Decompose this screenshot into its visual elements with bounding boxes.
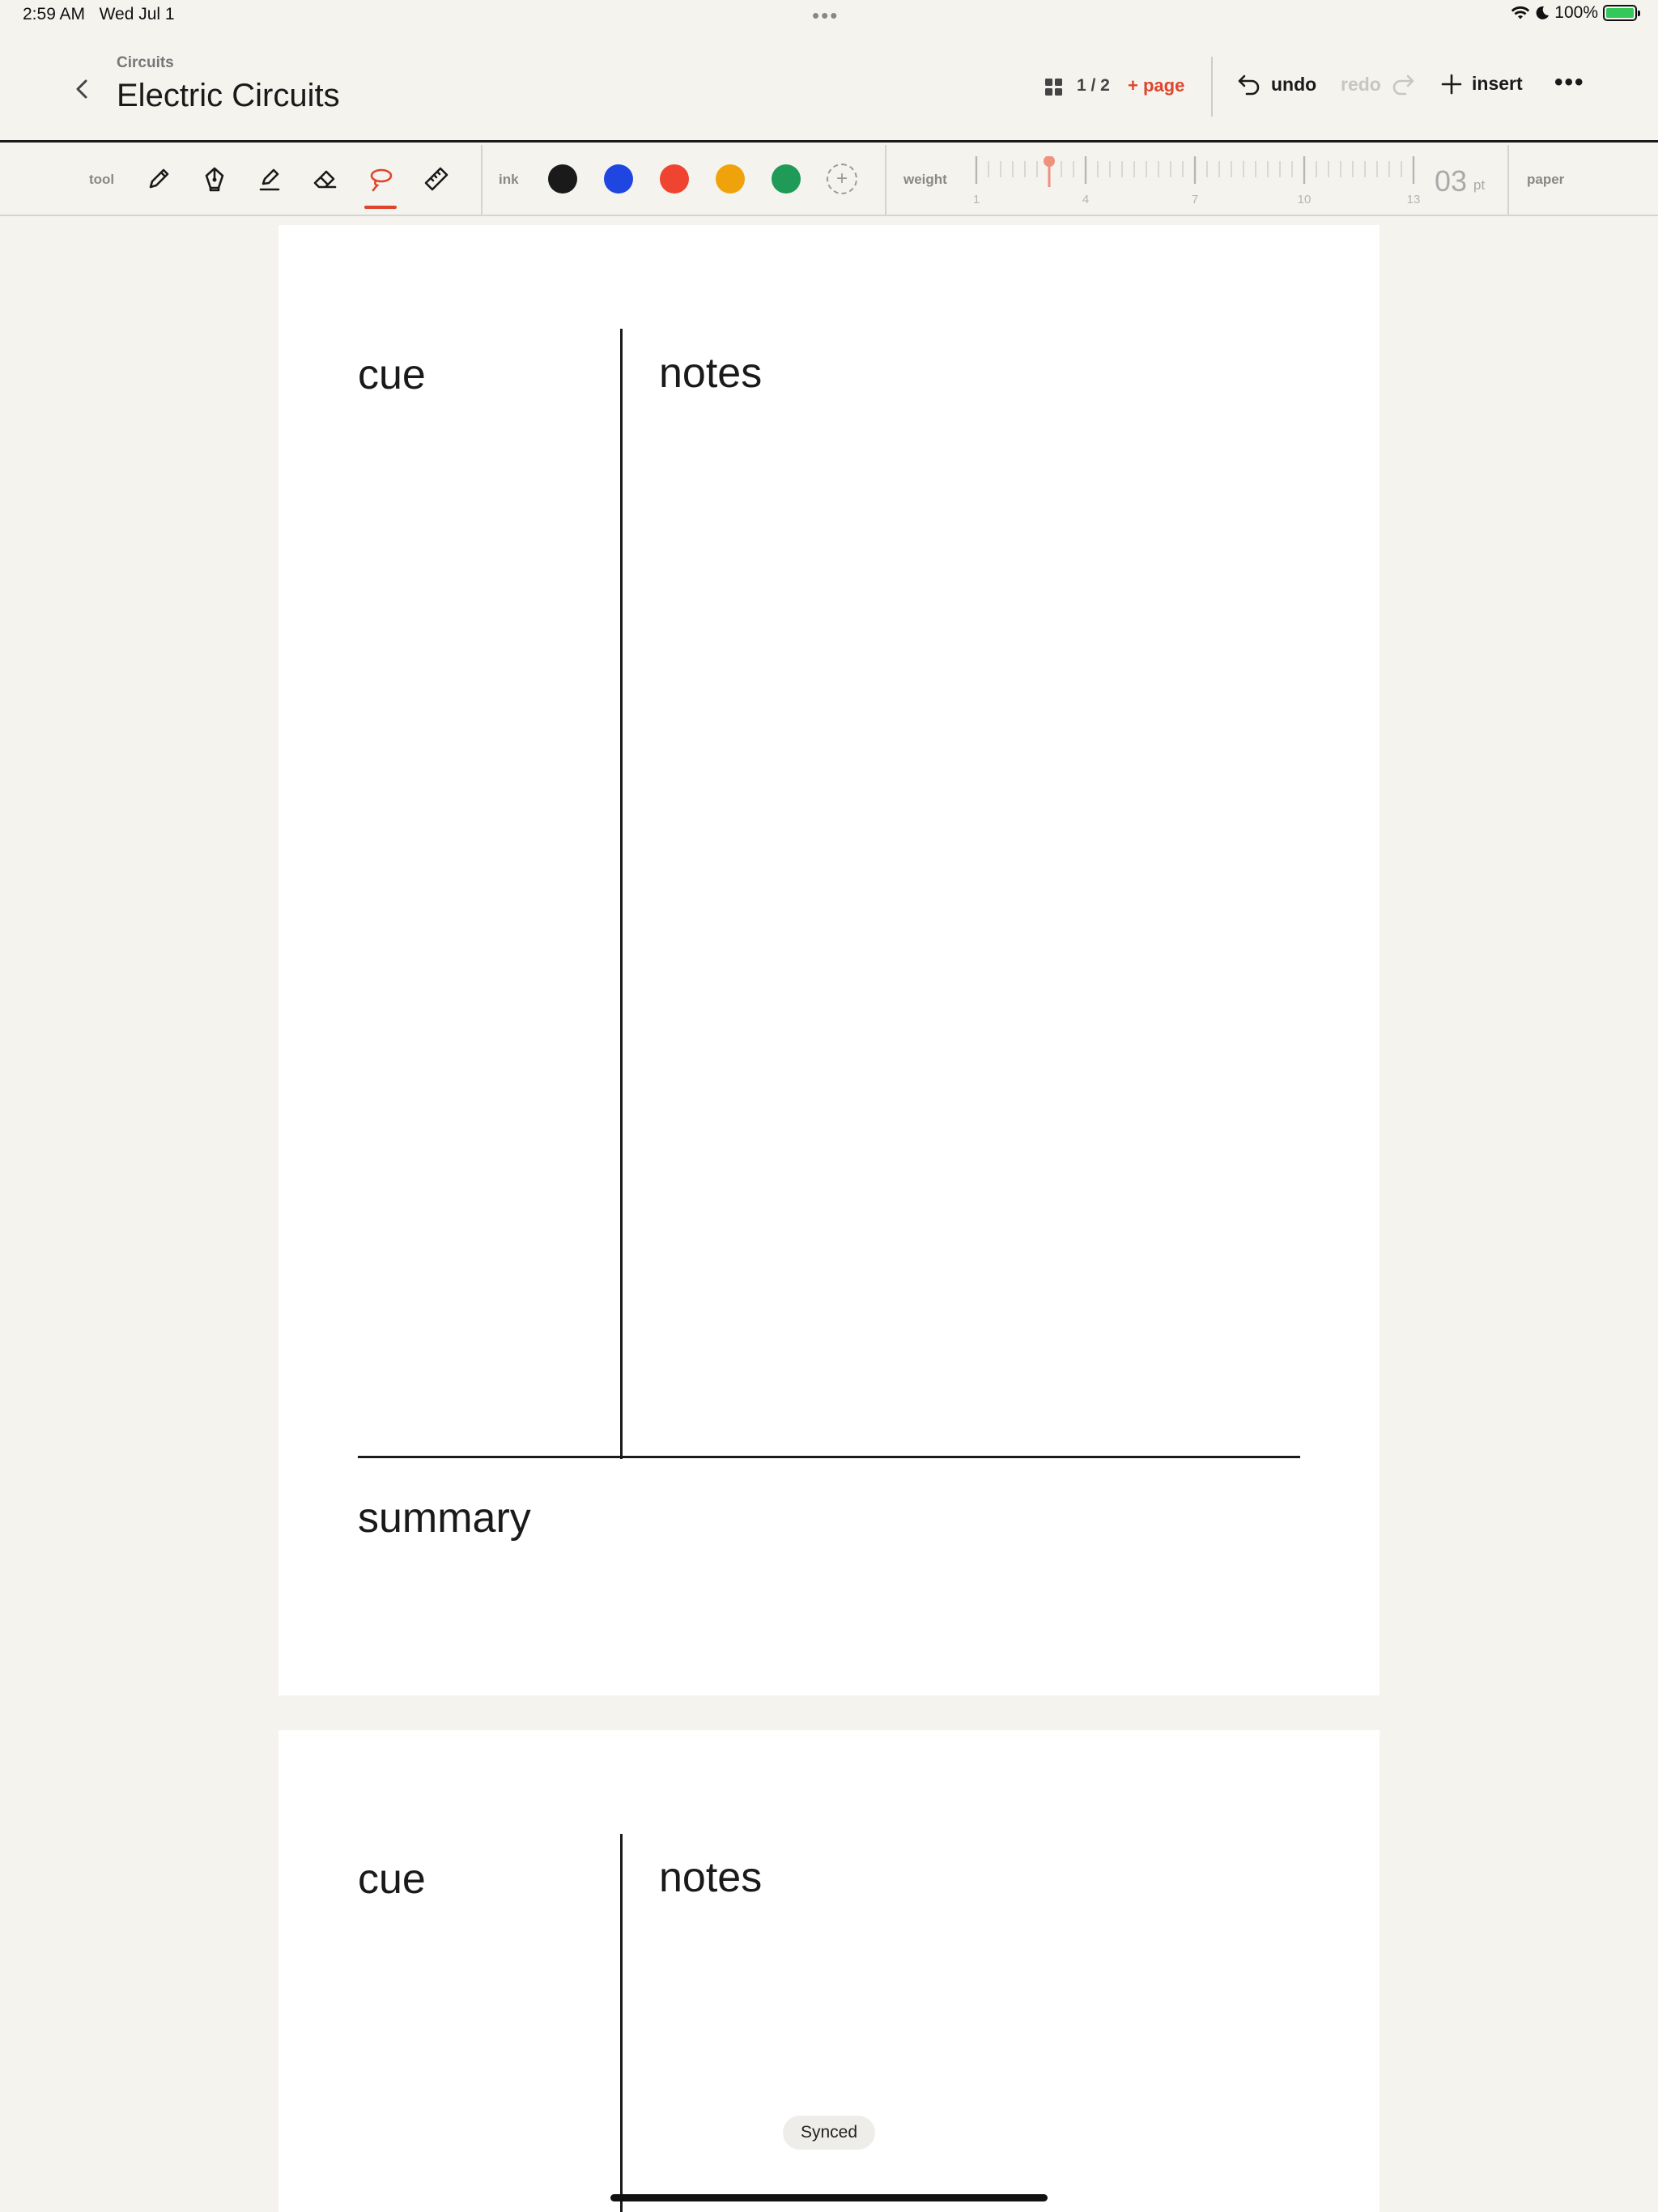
sync-status-toast: Synced bbox=[783, 2116, 875, 2150]
notes-heading: notes bbox=[659, 1854, 763, 1901]
cornell-divider-vertical bbox=[620, 1834, 623, 2212]
document-title[interactable]: Electric Circuits bbox=[117, 78, 340, 114]
selected-tool-indicator bbox=[364, 206, 397, 209]
eraser-icon bbox=[313, 170, 337, 189]
home-indicator[interactable] bbox=[610, 2194, 1048, 2201]
drawing-toolbar: tool ink + weight 1 4 7 10 13 03 pt paper bbox=[0, 145, 1658, 216]
ink-swatch-black[interactable] bbox=[548, 164, 577, 194]
toolbar-divider bbox=[1507, 145, 1509, 216]
pencil-tool[interactable] bbox=[142, 163, 175, 195]
plus-icon bbox=[1441, 74, 1462, 94]
add-page-button[interactable]: + page bbox=[1128, 75, 1184, 96]
ink-swatch-orange[interactable] bbox=[716, 164, 745, 194]
tool-section-label: tool bbox=[89, 172, 115, 187]
undo-button[interactable]: undo bbox=[1237, 73, 1316, 96]
more-options-icon[interactable]: ••• bbox=[1554, 70, 1585, 95]
status-indicators: 100% bbox=[1511, 3, 1640, 23]
fountain-pen-icon bbox=[205, 167, 224, 192]
ruler-icon bbox=[424, 167, 449, 191]
insert-button[interactable]: insert bbox=[1441, 73, 1523, 95]
cornell-divider-horizontal bbox=[358, 1456, 1300, 1458]
cue-heading: cue bbox=[358, 1856, 426, 1903]
weight-tick-label: 1 bbox=[973, 193, 980, 206]
toolbar-divider bbox=[885, 145, 886, 216]
weight-tick-label: 4 bbox=[1082, 193, 1089, 206]
highlighter-icon bbox=[259, 168, 280, 191]
redo-icon bbox=[1392, 74, 1414, 96]
status-time: 2:59 AM Wed Jul 1 bbox=[23, 5, 175, 23]
page-indicator[interactable]: 1 / 2 bbox=[1077, 76, 1110, 96]
notes-heading: notes bbox=[659, 350, 763, 397]
lasso-tool[interactable] bbox=[364, 163, 397, 195]
weight-slider-thumb[interactable] bbox=[1044, 156, 1055, 167]
add-color-plus-icon[interactable]: + bbox=[827, 164, 857, 194]
paper-section-label[interactable]: paper bbox=[1527, 172, 1564, 188]
notebook-page-1[interactable]: cue notes summary bbox=[278, 225, 1380, 1695]
weight-tick-label: 7 bbox=[1192, 193, 1198, 206]
lasso-icon bbox=[370, 168, 393, 192]
cornell-divider-vertical bbox=[620, 329, 623, 1459]
redo-label: redo bbox=[1341, 73, 1381, 95]
undo-label: undo bbox=[1271, 73, 1317, 95]
fountain-pen-tool[interactable] bbox=[198, 163, 231, 195]
summary-heading: summary bbox=[358, 1495, 531, 1542]
ink-swatch-green[interactable] bbox=[772, 164, 801, 194]
status-bar: 2:59 AM Wed Jul 1 ••• 100% bbox=[0, 0, 1658, 32]
highlighter-tool[interactable] bbox=[253, 163, 286, 195]
back-chevron-icon[interactable] bbox=[68, 74, 97, 104]
breadcrumb[interactable]: Circuits bbox=[117, 54, 174, 72]
weight-tick-label: 13 bbox=[1407, 193, 1421, 206]
weight-section-label: weight bbox=[903, 172, 947, 187]
page-grid-icon[interactable] bbox=[1044, 78, 1064, 97]
toolbar-divider bbox=[481, 145, 483, 216]
insert-label: insert bbox=[1472, 73, 1523, 94]
document-header: Circuits Electric Circuits 1 / 2 + page … bbox=[0, 32, 1658, 143]
ink-section-label: ink bbox=[499, 172, 519, 187]
battery-percent: 100% bbox=[1554, 3, 1598, 22]
ink-swatch-blue[interactable] bbox=[604, 164, 633, 194]
redo-button[interactable]: redo bbox=[1341, 73, 1415, 96]
wifi-icon bbox=[1511, 6, 1530, 19]
undo-icon bbox=[1238, 74, 1260, 96]
multitasking-dots-icon[interactable]: ••• bbox=[812, 5, 839, 26]
moon-icon bbox=[1536, 6, 1550, 19]
battery-charging-icon bbox=[1603, 5, 1640, 21]
cue-heading: cue bbox=[358, 351, 426, 398]
weight-slider[interactable]: 1 4 7 10 13 bbox=[968, 156, 1422, 208]
weight-value: 03 bbox=[1435, 164, 1468, 198]
ruler-tool[interactable] bbox=[420, 163, 453, 195]
weight-unit: pt bbox=[1473, 177, 1486, 193]
eraser-tool[interactable] bbox=[308, 163, 341, 195]
header-divider bbox=[1211, 57, 1213, 117]
status-date: Wed Jul 1 bbox=[99, 5, 175, 23]
pencil-icon bbox=[149, 168, 169, 189]
weight-tick-label: 10 bbox=[1298, 193, 1312, 206]
ink-swatch-red[interactable] bbox=[660, 164, 689, 194]
